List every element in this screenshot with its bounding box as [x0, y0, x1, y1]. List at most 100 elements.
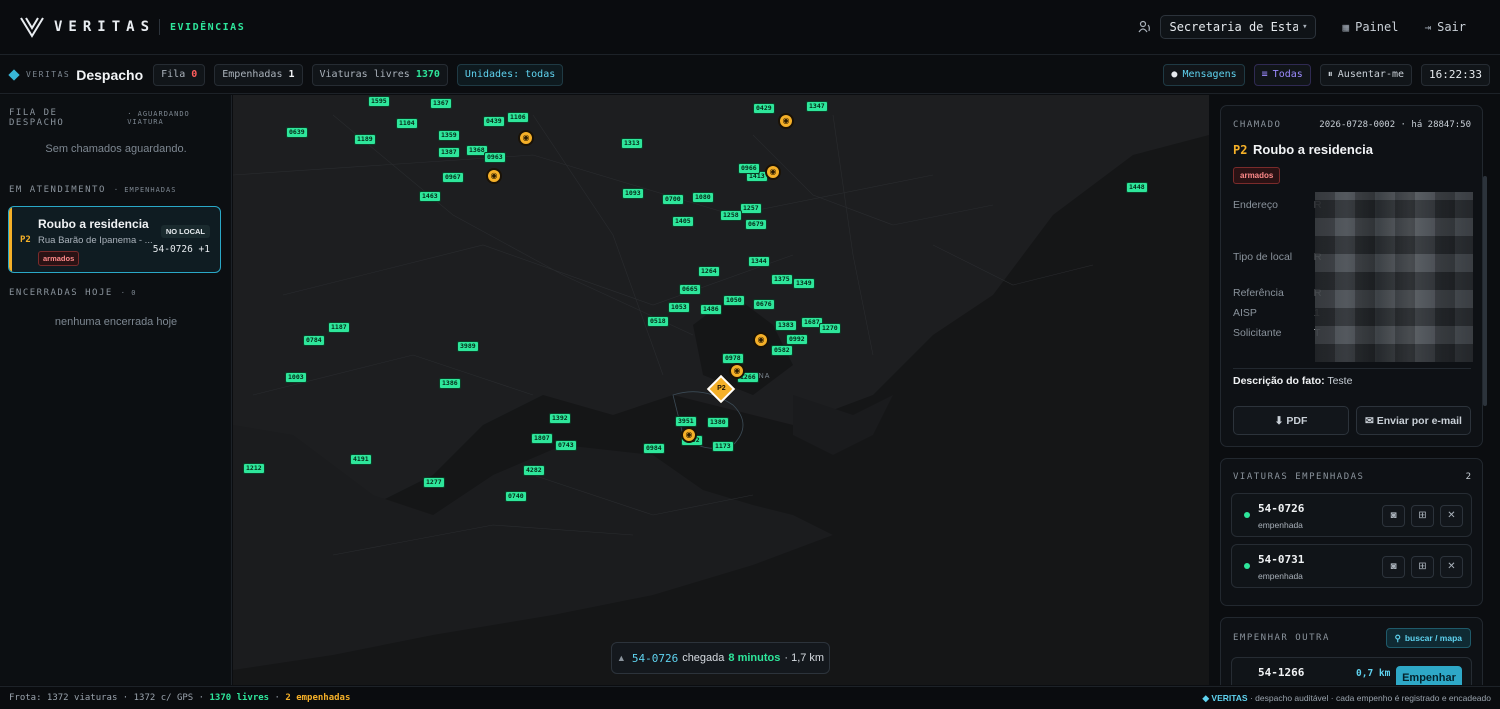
todas-label: Todas [1272, 69, 1303, 80]
vehicle-marker[interactable]: 0967 [442, 172, 464, 183]
camera-marker[interactable]: ◉ [778, 113, 794, 129]
vehicle-marker[interactable]: 1270 [819, 323, 841, 334]
vehicle-marker[interactable]: 0700 [662, 194, 684, 205]
vehicle-marker[interactable]: 0743 [555, 440, 577, 451]
endereco-label: Endereço [1233, 199, 1278, 211]
vehicle-marker[interactable]: 0992 [786, 334, 808, 345]
vehicle-marker[interactable]: 0439 [483, 116, 505, 127]
messages-label: Mensagens [1182, 69, 1237, 80]
camera-marker[interactable]: ◉ [753, 332, 769, 348]
priority-bar [9, 207, 12, 272]
vehicle-marker[interactable]: 0582 [771, 345, 793, 356]
vehicle-marker[interactable]: 1380 [707, 417, 729, 428]
vehicle-marker[interactable]: 1486 [700, 304, 722, 315]
vehicle-marker[interactable]: 1003 [285, 372, 307, 383]
vehicle-marker[interactable]: 1595 [368, 96, 390, 107]
brand[interactable]: VERITAS EVIDÊNCIAS [20, 16, 245, 38]
vehicle-marker[interactable]: 0963 [484, 152, 506, 163]
vehicle-marker[interactable]: 1383 [775, 320, 797, 331]
camera-marker[interactable]: ◉ [518, 130, 534, 146]
trash-icon[interactable]: ✕ [1440, 556, 1463, 578]
vehicle-marker[interactable]: 0639 [286, 127, 308, 138]
breadcrumb-brand: VERITAS [26, 70, 71, 79]
vehicle-marker[interactable]: 0676 [753, 299, 775, 310]
vehicle-marker[interactable]: 1359 [438, 130, 460, 141]
vehicle-marker[interactable]: 1387 [438, 147, 460, 158]
breadcrumb: VERITAS Despacho [8, 67, 143, 83]
vehicle-marker[interactable]: 1106 [507, 112, 529, 123]
vehicle-marker[interactable]: 0978 [722, 353, 744, 364]
camera-marker[interactable]: ◉ [681, 427, 697, 443]
vehicle-marker[interactable]: 1189 [354, 134, 376, 145]
vehicle-marker[interactable]: 1392 [549, 413, 571, 424]
vehicle-marker[interactable]: 1367 [430, 98, 452, 109]
logout-button[interactable]: ⇥ Sair [1424, 20, 1466, 34]
camera-icon[interactable]: ◙ [1382, 505, 1405, 527]
vehicle-marker[interactable]: 1212 [243, 463, 265, 474]
camera-marker[interactable]: ◉ [486, 168, 502, 184]
vehicle-marker[interactable]: 1104 [396, 118, 418, 129]
vehicle-marker[interactable]: 1264 [698, 266, 720, 277]
empenhar-button[interactable]: Empenhar [1396, 666, 1462, 685]
vehicle-marker[interactable]: 0740 [505, 491, 527, 502]
map-icon[interactable]: ⊞ [1411, 556, 1434, 578]
vehicle-marker[interactable]: 1187 [328, 322, 350, 333]
vehicle-marker[interactable]: 4191 [350, 454, 372, 465]
vehicle-marker[interactable]: 1277 [423, 477, 445, 488]
incident-address: Rua Barão de Ipanema - ... [38, 235, 153, 246]
vehicle-marker[interactable]: 3989 [457, 341, 479, 352]
vehicle-marker[interactable]: 1807 [531, 433, 553, 444]
away-button[interactable]: ⏸ Ausentar-me [1319, 63, 1413, 86]
vehicle-row[interactable]: 54-0726 empenhada ◙ ⊞ ✕ [1231, 493, 1472, 537]
pdf-button[interactable]: ⬇ PDF [1233, 406, 1349, 435]
camera-icon[interactable]: ◙ [1382, 556, 1405, 578]
vehicle-marker[interactable]: 0679 [745, 219, 767, 230]
incident-tag: armados [38, 251, 80, 266]
vehicle-marker[interactable]: 1375 [771, 274, 793, 285]
fleet-free: 1370 livres [209, 693, 270, 703]
vehicle-marker[interactable]: 0429 [753, 103, 775, 114]
units-filter[interactable]: Unidades: todas [456, 63, 564, 86]
vehicle-row[interactable]: 54-0731 empenhada ◙ ⊞ ✕ [1231, 544, 1472, 588]
secretaria-select[interactable]: Secretaria de Estado ▾ [1160, 15, 1317, 39]
camera-marker[interactable]: ◉ [729, 363, 745, 379]
panel-scrollbar[interactable] [1483, 176, 1487, 406]
vehicle-marker[interactable]: 1050 [723, 295, 745, 306]
vehicle-marker[interactable]: 1405 [672, 216, 694, 227]
vehicle-marker[interactable]: 1344 [748, 256, 770, 267]
messages-button[interactable]: ● Mensagens [1163, 63, 1245, 86]
vehicle-marker[interactable]: 1173 [712, 441, 734, 452]
search-map-button[interactable]: ⚲ buscar / mapa [1385, 628, 1471, 648]
vehicle-marker[interactable]: 0784 [303, 335, 325, 346]
map-icon[interactable]: ⊞ [1411, 505, 1434, 527]
vehicle-marker[interactable]: 0984 [643, 443, 665, 454]
candidate-row[interactable]: 54-1266 0,7 km Empenhar [1231, 657, 1472, 685]
vehicle-marker[interactable]: 1257 [740, 203, 762, 214]
vehicle-marker[interactable]: 1347 [806, 101, 828, 112]
email-button[interactable]: ✉ Enviar por e-mail [1356, 406, 1471, 435]
encerradas-count: 0 [131, 289, 137, 297]
vehicle-marker[interactable]: 1258 [720, 210, 742, 221]
vehicle-marker[interactable]: 0966 [738, 163, 760, 174]
search-icon: ⚲ [1394, 632, 1401, 643]
vehicle-marker[interactable]: 1080 [692, 192, 714, 203]
todas-filter-button[interactable]: ≡ Todas [1253, 63, 1311, 86]
vehicle-marker[interactable]: 1313 [621, 138, 643, 149]
vehicle-marker[interactable]: 1386 [439, 378, 461, 389]
vehicle-marker[interactable]: 3951 [675, 416, 697, 427]
vehicle-marker[interactable]: 1448 [1126, 182, 1148, 193]
dispatch-map[interactable]: ANA 1595 1367 0639 1104 1189 1359 1387 1368 0439… [233, 95, 1209, 685]
vehicle-marker[interactable]: 0518 [647, 316, 669, 327]
vehicle-marker[interactable]: 4282 [523, 465, 545, 476]
vehicle-marker[interactable]: 0665 [679, 284, 701, 295]
vehicle-marker[interactable]: 1053 [668, 302, 690, 313]
vehicle-marker[interactable]: 1349 [793, 278, 815, 289]
empenhadas-value: 1 [288, 69, 295, 80]
fila-label: Fila [161, 69, 186, 80]
incident-card[interactable]: P2 Roubo a residencia Rua Barão de Ipane… [8, 206, 221, 273]
painel-button[interactable]: ▦ Painel [1342, 20, 1398, 34]
vehicle-marker[interactable]: 1093 [622, 188, 644, 199]
trash-icon[interactable]: ✕ [1440, 505, 1463, 527]
camera-marker[interactable]: ◉ [765, 164, 781, 180]
vehicle-marker[interactable]: 1463 [419, 191, 441, 202]
